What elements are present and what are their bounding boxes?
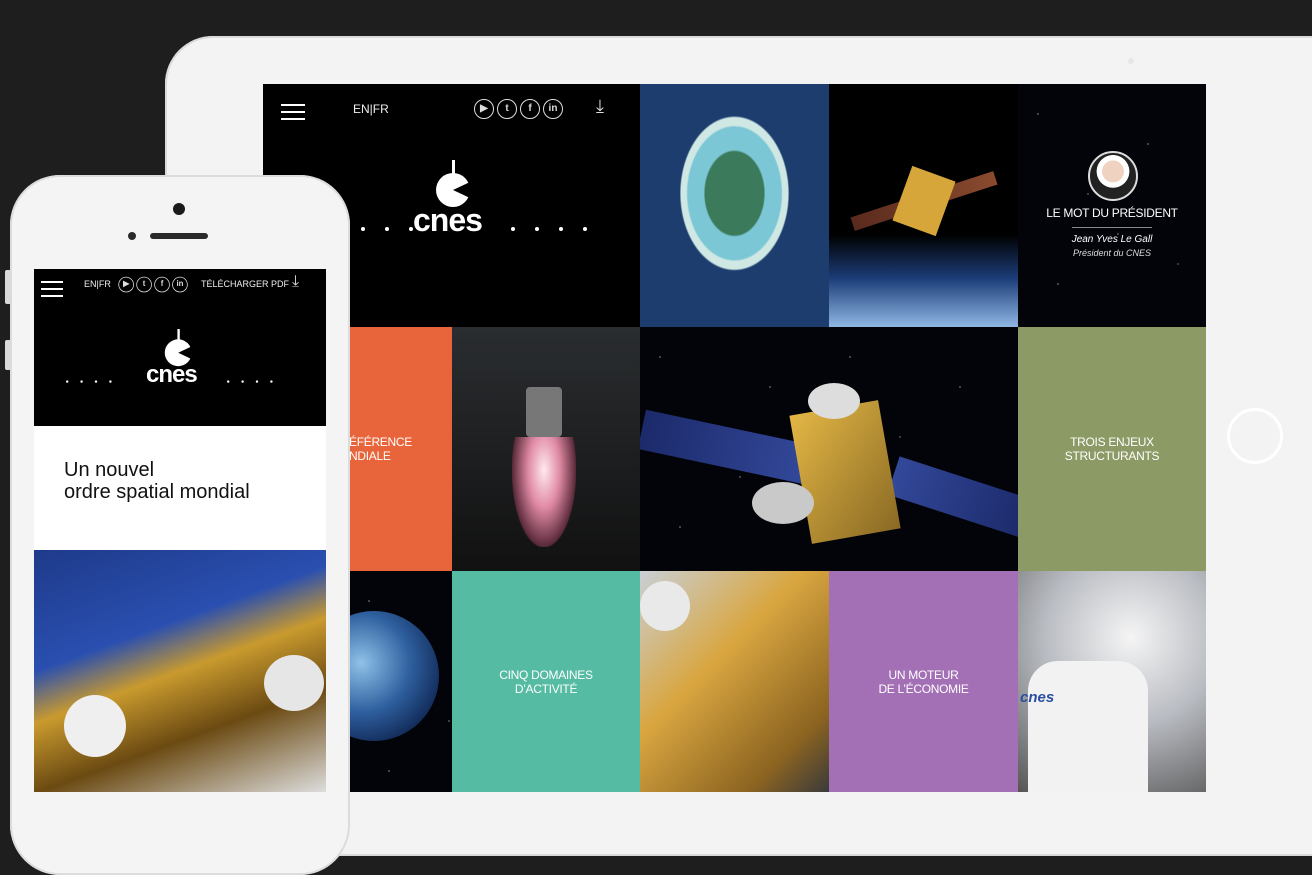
president-avatar (1088, 151, 1138, 201)
cnes-coat-logo: cnes (1020, 689, 1055, 706)
technicians-tile[interactable] (640, 571, 829, 792)
cnes-logo-text: cnes (413, 202, 483, 238)
phone-download-icon[interactable]: ⤓ (292, 273, 299, 291)
engineer-coat (1028, 661, 1148, 792)
phone-sensor (128, 232, 136, 240)
engineer-tile[interactable]: cnes (1018, 571, 1206, 792)
language-switch[interactable]: EN|FR (353, 102, 389, 116)
president-tile[interactable]: LE MOT DU PRÉSIDENT Jean Yves Le Gall Pr… (1018, 84, 1206, 327)
solar-array-left (640, 409, 813, 485)
earth-globe (349, 611, 439, 741)
cinq-domaines-label: CINQ DOMAINES D’ACTIVITÉ (499, 667, 593, 696)
linkedin-icon[interactable]: in (172, 276, 188, 293)
phone-volume-button (5, 340, 11, 370)
atoll-photo-tile[interactable] (640, 84, 829, 327)
earth-tile[interactable] (349, 571, 452, 792)
phone-side-button (5, 270, 11, 304)
tablet-screen: EN|FR ▶ t f in ⤓ cnes LE MOT DU PRÉSIDENT J… (263, 84, 1206, 792)
tablet-home-button[interactable] (1227, 408, 1283, 464)
president-role: Président du CNES (1072, 248, 1152, 258)
youtube-icon[interactable]: ▶ (118, 276, 134, 293)
reference-tile[interactable]: ÉFÉRENCE NDIALE (349, 327, 452, 571)
engine-test-tile[interactable] (452, 327, 640, 571)
satellite-space-tile[interactable] (640, 327, 1018, 571)
phone-social-icons: ▶ t f in (116, 276, 188, 293)
facebook-icon[interactable]: f (520, 99, 540, 119)
headline-line-1: Un nouvel (64, 459, 155, 481)
phone-screen: EN|FR ▶ t f in TÉLÉCHARGER PDF ⤓ cnes Un no… (34, 269, 326, 792)
hairnet-head (640, 581, 690, 631)
twitter-icon[interactable]: t (497, 99, 517, 119)
phone-menu-icon[interactable] (41, 281, 63, 302)
twitter-icon[interactable]: t (136, 276, 152, 293)
president-name: Jean Yves Le Gall (1071, 234, 1153, 245)
cinq-domaines-tile[interactable]: CINQ DOMAINES D’ACTIVITÉ (452, 571, 640, 792)
tablet-camera (1128, 58, 1134, 64)
trois-enjeux-label: TROIS ENJEUX STRUCTURANTS (1064, 435, 1160, 463)
phone-logo-dots-left (60, 375, 118, 386)
satellite-earth-tile[interactable] (829, 84, 1018, 327)
download-pdf-link[interactable]: TÉLÉCHARGER PDF (201, 279, 289, 289)
phone-camera (173, 203, 185, 215)
phone-speaker (150, 233, 208, 239)
phone-headline: Un nouvel ordre spatial mondial (64, 459, 250, 503)
logo-dots-right (501, 218, 597, 236)
reference-label: ÉFÉRENCE NDIALE (349, 435, 412, 463)
divider (1072, 227, 1152, 228)
facebook-icon[interactable]: f (154, 276, 170, 293)
engine-flame (512, 437, 576, 547)
moteur-label: UN MOTEUR DE L’ÉCONOMIE (878, 667, 969, 696)
phone-hero-photo[interactable] (34, 550, 326, 792)
hairnet-head (264, 655, 324, 711)
phone-logo-dots-right (221, 375, 279, 386)
youtube-icon[interactable]: ▶ (474, 99, 494, 119)
phone-header: EN|FR ▶ t f in TÉLÉCHARGER PDF ⤓ cnes (34, 269, 326, 426)
linkedin-icon[interactable]: in (543, 99, 563, 119)
satellite-body (789, 400, 901, 544)
antenna-dish (752, 482, 814, 524)
menu-icon[interactable] (281, 104, 305, 125)
phone-cnes-logo-text: cnes (146, 361, 198, 388)
trois-enjeux-tile[interactable]: TROIS ENJEUX STRUCTURANTS (1018, 327, 1206, 571)
hairnet-head (64, 695, 126, 757)
headline-line-2: ordre spatial mondial (64, 481, 250, 503)
antenna-dish (808, 383, 860, 419)
engine-nozzle (526, 387, 562, 437)
satellite-body (892, 165, 956, 237)
download-icon[interactable]: ⤓ (596, 96, 604, 117)
solar-array-right (887, 456, 1018, 538)
moteur-tile[interactable]: UN MOTEUR DE L’ÉCONOMIE (829, 571, 1018, 792)
president-title: LE MOT DU PRÉSIDENT (1046, 206, 1178, 220)
phone-language-switch[interactable]: EN|FR (84, 279, 111, 289)
social-icons: ▶ t f in (471, 98, 563, 119)
